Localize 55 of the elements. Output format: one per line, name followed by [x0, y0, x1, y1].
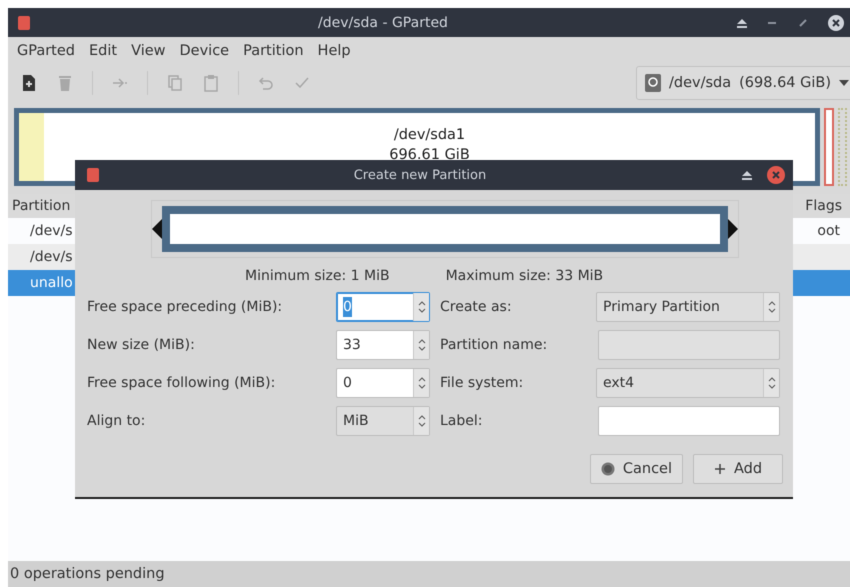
close-icon[interactable]: [828, 14, 844, 30]
flags-cell: oot: [817, 223, 840, 239]
plus-icon: [714, 463, 726, 475]
dropdown-arrows-icon: [768, 300, 776, 314]
column-header[interactable]: Partition: [12, 198, 70, 214]
field-label: Align to:: [87, 413, 146, 429]
dropdown-caret-icon: [839, 80, 849, 86]
field-label: Free space following (MiB):: [87, 375, 276, 391]
partition-name: /dev/sda1: [394, 126, 466, 145]
field-label: Partition name:: [440, 337, 548, 353]
field-label: Label:: [440, 413, 482, 429]
app-icon: [87, 168, 99, 182]
used-space-segment: [19, 113, 44, 181]
spin-field[interactable]: 33: [336, 330, 430, 360]
field-label: File system:: [440, 375, 524, 391]
dropdown[interactable]: Primary Partition: [596, 292, 780, 322]
dialog-title: Create new Partition: [352, 168, 488, 182]
menu-item[interactable]: Partition: [236, 43, 311, 59]
spin-arrows-icon[interactable]: [418, 376, 426, 390]
spin-arrows-icon[interactable]: [418, 338, 426, 352]
partition-cell: unallo: [30, 275, 73, 291]
partition-size: 696.61 GiB: [389, 146, 470, 165]
dropdown[interactable]: ext4: [596, 368, 780, 398]
partition-cell: /dev/s: [30, 223, 73, 239]
maximum-size-text: Maximum size: 33 MiB: [446, 268, 604, 284]
partition-preview-bar[interactable]: [162, 206, 728, 252]
menu-item[interactable]: GParted: [10, 43, 82, 59]
window-title: /dev/sda - GParted: [317, 14, 449, 30]
minimize-icon[interactable]: [768, 20, 778, 24]
menu-item[interactable]: Edit: [82, 43, 124, 59]
add-button[interactable]: Add: [693, 454, 783, 484]
cancel-icon: [600, 462, 615, 476]
column-header[interactable]: Flags: [805, 198, 842, 214]
device-selector[interactable]: /dev/sda (698.64 GiB): [636, 66, 850, 100]
dropdown-arrows-icon: [418, 414, 426, 428]
spin-field[interactable]: 0: [336, 368, 430, 398]
partition-segment[interactable]: [824, 108, 834, 186]
menu-item[interactable]: Device: [172, 43, 236, 59]
cancel-button[interactable]: Cancel: [590, 454, 683, 484]
app-icon: [18, 16, 30, 30]
text-field[interactable]: [598, 406, 780, 436]
menu-item[interactable]: Help: [310, 43, 358, 59]
status-text: 0 operations pending: [10, 566, 165, 582]
partition-cell: /dev/s: [30, 249, 73, 265]
field-label: Create as:: [440, 299, 512, 315]
menu-item[interactable]: View: [124, 43, 173, 59]
dropdown-arrows-icon: [768, 376, 776, 390]
eject-icon[interactable]: [741, 170, 753, 180]
eject-icon[interactable]: [736, 18, 748, 28]
field-label: Free space preceding (MiB):: [87, 299, 282, 315]
field-label: New size (MiB):: [87, 337, 195, 353]
minimum-size-text: Minimum size: 1 MiB: [245, 268, 390, 284]
new-icon[interactable]: [20, 74, 38, 92]
dropdown[interactable]: MiB: [336, 406, 430, 436]
spin-arrows-icon[interactable]: [418, 300, 426, 314]
